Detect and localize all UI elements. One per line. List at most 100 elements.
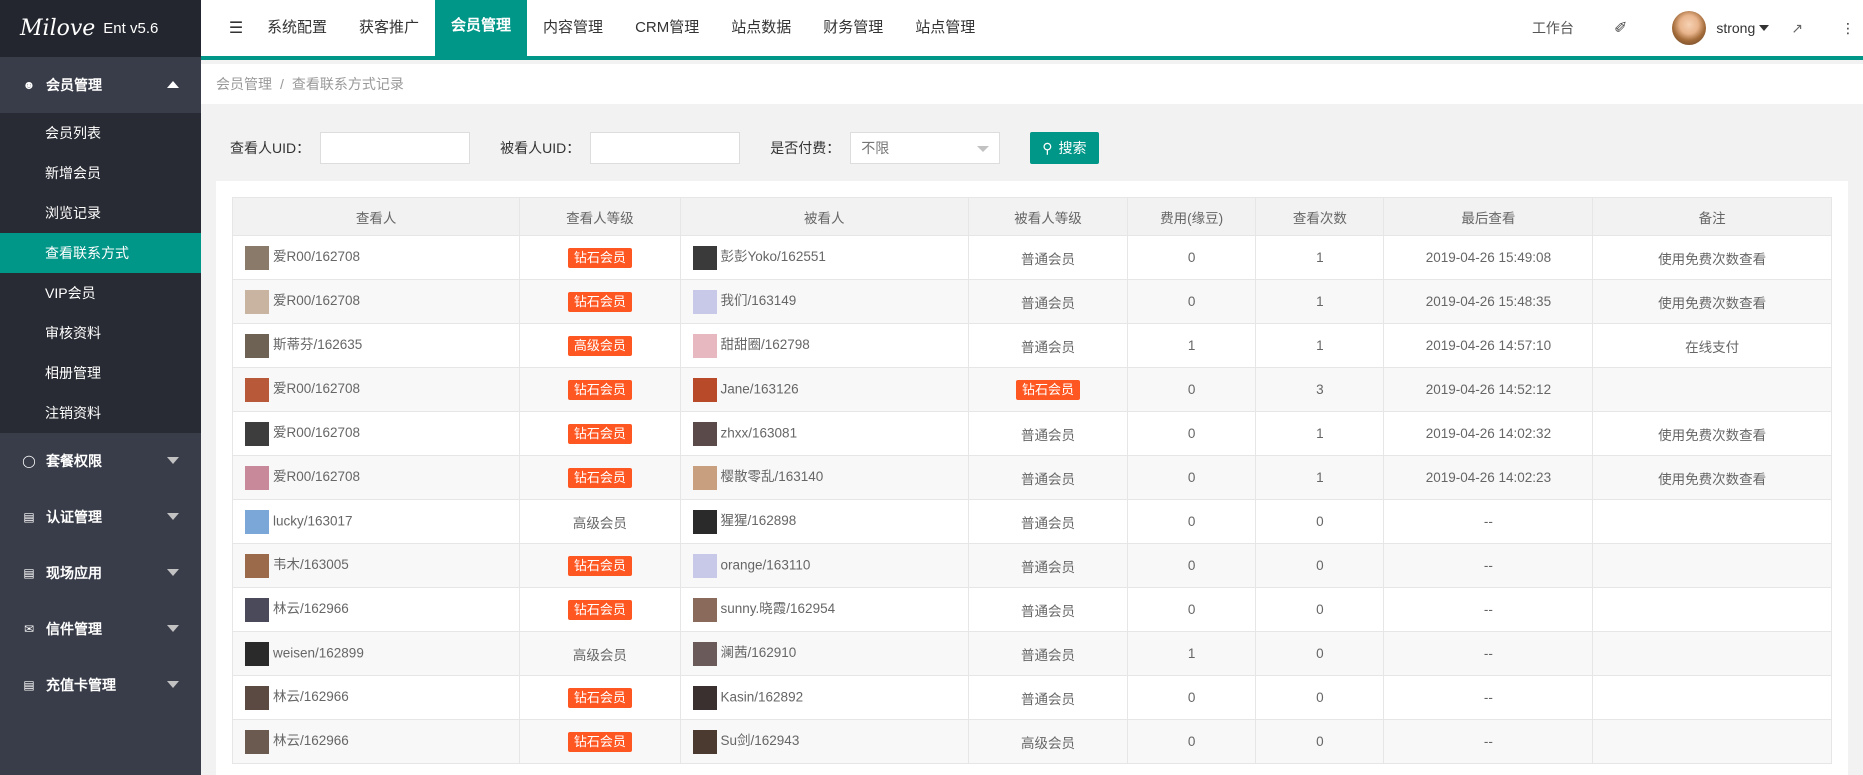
menu-toggle-icon[interactable]: ☰	[221, 0, 251, 58]
user-name[interactable]: 澜茜/162910	[721, 645, 797, 660]
tab-member[interactable]: 会员管理	[435, 0, 528, 58]
breadcrumb-root[interactable]: 会员管理	[216, 76, 272, 92]
avatar[interactable]	[245, 465, 269, 490]
user-name[interactable]: sunny.晓霞/162954	[721, 601, 836, 616]
avatar[interactable]	[245, 333, 269, 358]
avatar[interactable]	[245, 597, 269, 622]
avatar[interactable]	[692, 289, 717, 314]
avatar[interactable]	[245, 729, 269, 754]
logo-mark: Milove	[20, 16, 96, 41]
user-name[interactable]: lucky/163017	[273, 513, 353, 528]
cell-count: 0	[1255, 631, 1385, 676]
user-name[interactable]: 爱R00/162708	[273, 425, 360, 440]
username[interactable]: strong	[1716, 20, 1755, 36]
nav-group-auth[interactable]: ▤ 认证管理	[0, 489, 201, 545]
avatar[interactable]	[692, 333, 717, 358]
tab-promotion[interactable]: 获客推广	[343, 0, 435, 56]
cell-count: 1	[1255, 411, 1385, 456]
user-name[interactable]: 韦木/163005	[273, 557, 349, 572]
tab-finance[interactable]: 财务管理	[807, 0, 899, 56]
user-name[interactable]: 樱散零乱/163140	[721, 469, 824, 484]
cell-viewer: 爱R00/162708	[231, 279, 521, 324]
avatar[interactable]	[245, 509, 269, 534]
level-badge: 普通会员	[1021, 427, 1075, 443]
avatar[interactable]	[692, 685, 717, 710]
sidebar-item-browse-log[interactable]: 浏览记录	[0, 193, 201, 233]
sidebar-item-add-member[interactable]: 新增会员	[0, 153, 201, 193]
cell-viewed-level: 普通会员	[967, 499, 1129, 544]
user-name[interactable]: 林云/162966	[273, 689, 349, 704]
user-name[interactable]: Kasin/162892	[721, 689, 804, 704]
sidebar-item-vip[interactable]: VIP会员	[0, 273, 201, 313]
viewer-uid-input[interactable]	[320, 132, 471, 164]
user-name[interactable]: 爱R00/162708	[273, 249, 360, 264]
sidebar-item-cancel[interactable]: 注销资料	[0, 393, 201, 433]
user-name[interactable]: 彭彭Yoko/162551	[721, 249, 826, 264]
nav-group-recharge[interactable]: ▤ 充值卡管理	[0, 657, 201, 713]
avatar[interactable]	[692, 729, 717, 754]
cell-viewer: 爱R00/162708	[231, 235, 521, 280]
user-name[interactable]: weisen/162899	[273, 645, 364, 660]
cell-note	[1592, 719, 1832, 764]
avatar[interactable]	[245, 421, 269, 446]
table-row: 林云/162966 钻石会员 sunny.晓霞/162954 普通会员 0 0 --	[231, 587, 1832, 632]
user-name[interactable]: 爱R00/162708	[273, 293, 360, 308]
user-name[interactable]: 猩猩/162898	[721, 513, 797, 528]
user-name[interactable]: 林云/162966	[273, 733, 349, 748]
user-name[interactable]: 爱R00/162708	[273, 381, 360, 396]
avatar[interactable]	[245, 553, 269, 578]
tab-content[interactable]: 内容管理	[527, 0, 619, 56]
user-name[interactable]: 斯蒂芬/162635	[273, 337, 362, 352]
cell-last-view: 2019-04-26 15:48:35	[1383, 279, 1594, 324]
avatar[interactable]	[245, 377, 269, 402]
more-icon[interactable]: ⋮	[1841, 20, 1855, 37]
avatar[interactable]	[245, 289, 269, 314]
table-row: 韦木/163005 钻石会员 orange/163110 普通会员 0 0 --	[231, 543, 1832, 588]
user-name[interactable]: 我们/163149	[721, 293, 797, 308]
avatar[interactable]	[692, 553, 717, 578]
paid-select[interactable]: 不限	[850, 132, 1001, 164]
level-badge: 高级会员	[572, 647, 627, 663]
sidebar-item-view-contact[interactable]: 查看联系方式	[0, 233, 201, 273]
tab-site[interactable]: 站点管理	[899, 0, 991, 56]
sidebar-item-review[interactable]: 审核资料	[0, 313, 201, 353]
tab-system[interactable]: 系统配置	[251, 0, 343, 56]
user-name[interactable]: 甜甜圈/162798	[721, 337, 810, 352]
user-name[interactable]: zhxx/163081	[721, 425, 798, 440]
avatar[interactable]	[692, 509, 717, 534]
tab-crm[interactable]: CRM管理	[619, 0, 715, 56]
nav-group-live[interactable]: ▤ 现场应用	[0, 545, 201, 601]
avatar[interactable]	[692, 245, 717, 270]
nav-group-member[interactable]: ☻ 会员管理	[0, 57, 201, 113]
id-card-icon: ▤	[23, 510, 35, 524]
cell-viewer-level: 钻石会员	[519, 455, 681, 500]
search-button[interactable]: ⚲ 搜索	[1030, 132, 1099, 164]
sidebar-item-member-list[interactable]: 会员列表	[0, 113, 201, 153]
col-viewer: 查看人	[231, 197, 521, 236]
user-name[interactable]: 爱R00/162708	[273, 469, 360, 484]
level-badge: 钻石会员	[567, 599, 632, 620]
avatar[interactable]	[1672, 11, 1707, 45]
avatar[interactable]	[245, 641, 269, 666]
avatar[interactable]	[692, 421, 717, 446]
avatar[interactable]	[692, 597, 717, 622]
workbench-link[interactable]: 工作台	[1532, 18, 1574, 38]
fullscreen-icon[interactable]: ↗	[1791, 20, 1803, 37]
avatar[interactable]	[245, 685, 269, 710]
avatar[interactable]	[692, 641, 717, 666]
logo[interactable]: Milove Ent v5.6	[0, 0, 201, 57]
sidebar-item-album[interactable]: 相册管理	[0, 353, 201, 393]
viewed-uid-input[interactable]	[590, 132, 741, 164]
avatar[interactable]	[245, 245, 269, 270]
avatar[interactable]	[692, 377, 717, 402]
user-name[interactable]: Su剑/162943	[721, 733, 800, 748]
user-name[interactable]: Jane/163126	[721, 381, 799, 396]
avatar[interactable]	[692, 465, 717, 490]
tab-site-data[interactable]: 站点数据	[715, 0, 807, 56]
user-name[interactable]: orange/163110	[721, 557, 811, 572]
chevron-down-icon[interactable]	[1759, 25, 1770, 31]
user-name[interactable]: 林云/162966	[273, 601, 349, 616]
nav-group-mail[interactable]: ✉ 信件管理	[0, 601, 201, 657]
brush-icon[interactable]: ✐	[1614, 18, 1627, 38]
nav-group-package[interactable]: ◯ 套餐权限	[0, 433, 201, 489]
